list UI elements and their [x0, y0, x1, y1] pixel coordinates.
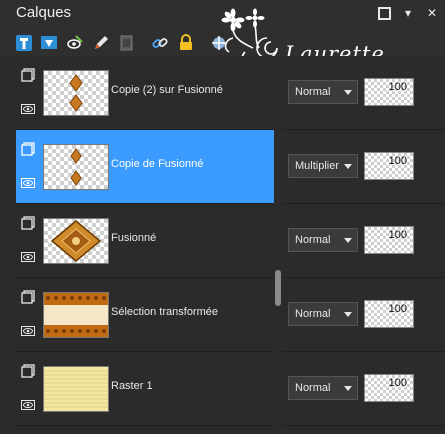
layer-row[interactable]: Fusionné — [16, 204, 274, 278]
panel-splitter[interactable] — [274, 56, 282, 434]
layer-type-icon — [21, 142, 35, 156]
edit-icon[interactable] — [92, 34, 110, 52]
layer-name: Raster 1 — [111, 380, 153, 392]
layer-type-icon — [21, 68, 35, 82]
layer-props-row: Normal 100 — [282, 352, 445, 426]
opacity-field[interactable]: 100 — [364, 374, 414, 402]
lock-icon[interactable] — [177, 34, 195, 52]
layer-thumbnail — [43, 144, 109, 190]
layer-row[interactable]: Copie de Fusionné — [16, 130, 274, 204]
layer-props-row: Normal 100 — [282, 278, 445, 352]
layer-row[interactable]: Sélection transformée — [16, 278, 274, 352]
blend-mode-select[interactable]: Multiplier — [288, 154, 358, 178]
layer-name: Copie de Fusionné — [111, 158, 204, 170]
opacity-value: 100 — [388, 377, 407, 389]
chevron-down-icon — [344, 386, 352, 391]
layer-thumbnail — [43, 366, 109, 412]
layer-row[interactable]: Raster 1 — [16, 352, 274, 426]
blend-mode-value: Normal — [295, 86, 331, 98]
blend-mode-value: Multiplier — [295, 160, 340, 172]
layer-type-icon — [21, 216, 35, 230]
chevron-down-icon — [344, 164, 352, 169]
blend-mode-select[interactable]: Normal — [288, 376, 358, 400]
blend-mode-select[interactable]: Normal — [288, 302, 358, 326]
splitter-handle[interactable] — [275, 270, 281, 306]
layer-thumbnail — [43, 70, 109, 116]
opacity-field[interactable]: 100 — [364, 300, 414, 328]
blend-mode-value: Normal — [295, 308, 331, 320]
eye-icon[interactable] — [21, 324, 35, 338]
new-raster-layer-icon[interactable] — [15, 34, 33, 52]
layer-name: Copie (2) sur Fusionné — [111, 84, 223, 96]
eye-icon[interactable] — [21, 102, 35, 116]
chevron-down-icon — [344, 312, 352, 317]
opacity-field[interactable]: 100 — [364, 226, 414, 254]
opacity-value: 100 — [388, 229, 407, 241]
visibility-toggle-icon[interactable] — [66, 34, 84, 52]
layer-row[interactable]: Copie (2) sur Fusionné — [16, 56, 274, 130]
layer-type-icon — [21, 290, 35, 304]
opacity-field[interactable]: 100 — [364, 78, 414, 106]
blend-mode-value: Normal — [295, 382, 331, 394]
eye-icon[interactable] — [21, 176, 35, 190]
new-vector-layer-icon[interactable] — [40, 34, 58, 52]
layer-type-icon — [21, 364, 35, 378]
opacity-value: 100 — [388, 303, 407, 315]
opacity-value: 100 — [388, 81, 407, 93]
eye-icon[interactable] — [21, 250, 35, 264]
blend-mode-select[interactable]: Normal — [288, 80, 358, 104]
layer-props-row: Normal 100 — [282, 204, 445, 278]
opacity-field[interactable]: 100 — [364, 152, 414, 180]
link-icon[interactable] — [151, 34, 169, 52]
layer-name: Fusionné — [111, 232, 157, 244]
chevron-down-icon — [344, 90, 352, 95]
blend-mode-value: Normal — [295, 234, 331, 246]
layer-name: Sélection transformée — [111, 306, 218, 318]
layer-props-row: Normal 100 — [282, 56, 445, 130]
layer-thumbnail — [43, 218, 109, 264]
layer-thumbnail — [43, 292, 109, 338]
panel-title: Calques — [16, 4, 72, 21]
layer-group-icon[interactable] — [118, 34, 136, 52]
blend-mode-select[interactable]: Normal — [288, 228, 358, 252]
eye-icon[interactable] — [21, 398, 35, 412]
layer-props-row: Multiplier 100 — [282, 130, 445, 204]
opacity-value: 100 — [388, 155, 407, 167]
chevron-down-icon — [344, 238, 352, 243]
